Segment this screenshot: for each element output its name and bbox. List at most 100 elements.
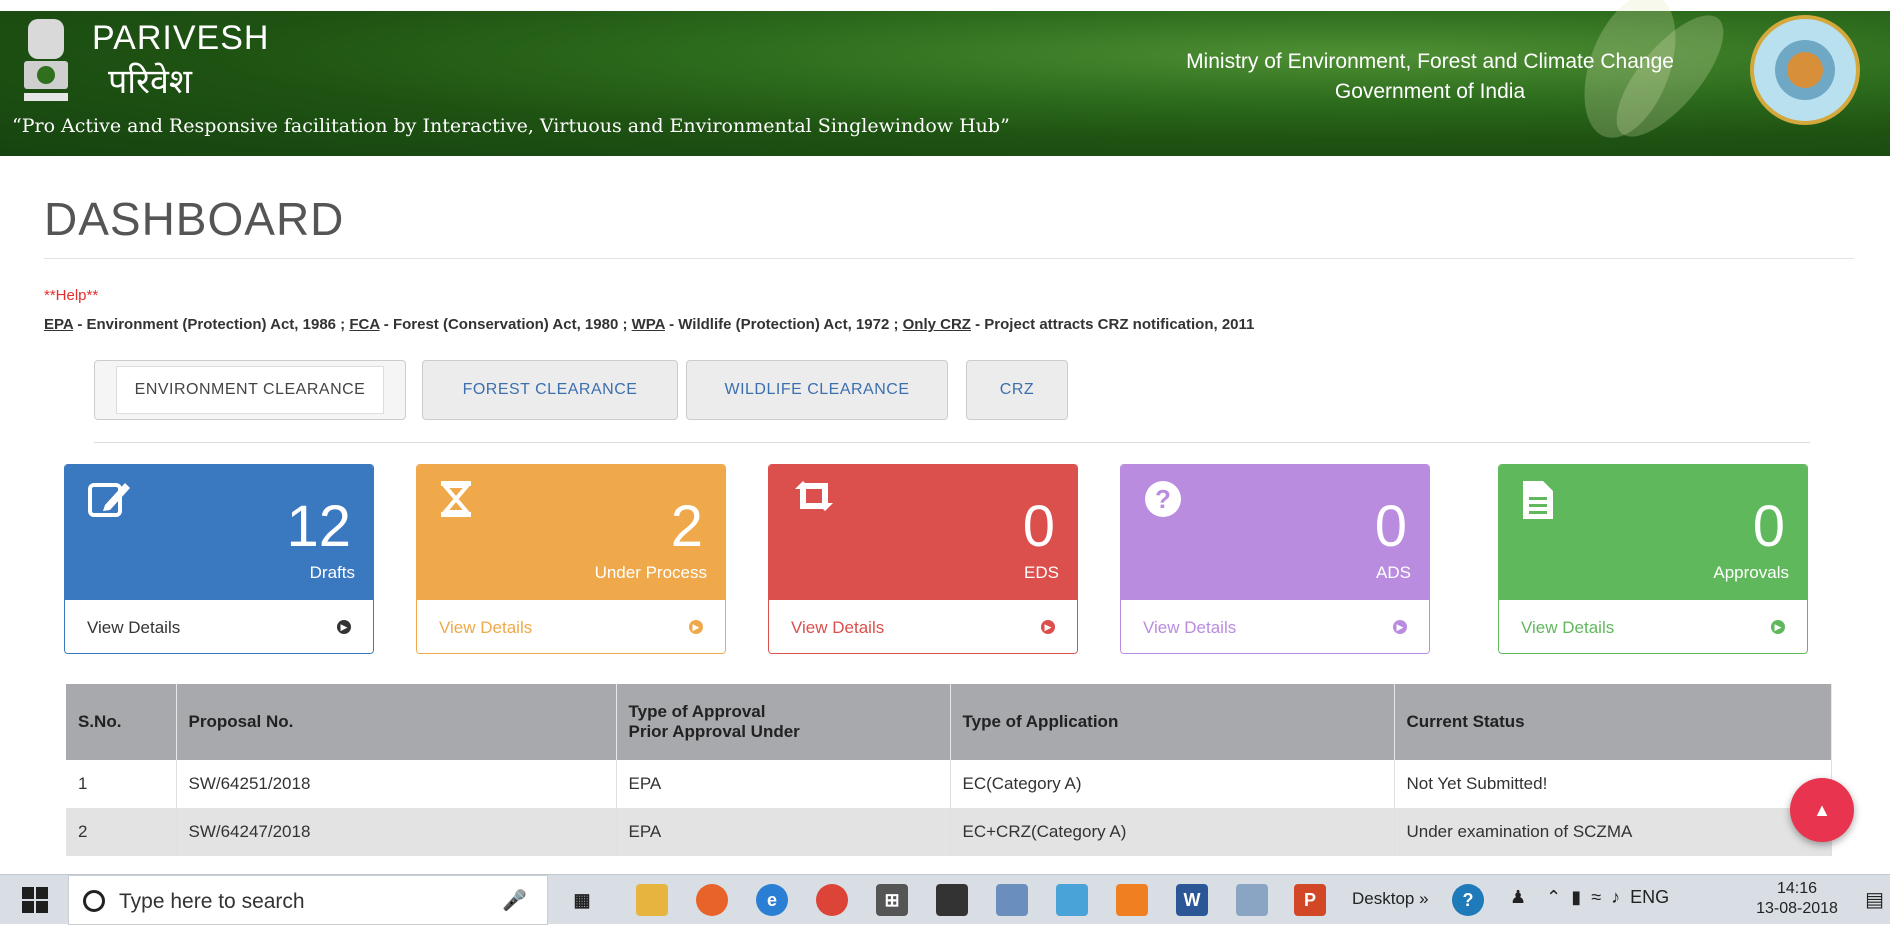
- table-header-row: S.No. Proposal No. Type of Approval Prio…: [66, 684, 1832, 760]
- card-count: 0: [1374, 494, 1407, 559]
- app-icon[interactable]: [996, 884, 1028, 916]
- microphone-icon[interactable]: 🎤: [502, 888, 527, 913]
- col-type-of-approval: Type of Approval Prior Approval Under: [616, 684, 951, 760]
- tab-wildlife-clearance[interactable]: WILDLIFE CLEARANCE: [686, 360, 948, 420]
- arrow-circle-right-icon: ▶: [1771, 620, 1785, 634]
- windows-start-button[interactable]: [22, 887, 48, 913]
- people-icon[interactable]: ♟: [1510, 887, 1526, 907]
- view-details-link[interactable]: View Details ▶: [769, 600, 1077, 653]
- view-details-link[interactable]: View Details ▶: [1499, 600, 1807, 653]
- document-icon: [1523, 481, 1553, 519]
- system-tray: ♟ ⌃ ▮ ≈ ♪ ENG: [1510, 887, 1669, 908]
- ministry-line-1: Ministry of Environment, Forest and Clim…: [1186, 50, 1674, 73]
- firefox-icon[interactable]: [696, 884, 728, 916]
- divider: [94, 442, 1810, 443]
- card-ads: ? 0 ADS View Details ▶: [1120, 464, 1430, 654]
- col-sno: S.No.: [66, 684, 177, 760]
- cell-approval: EPA: [616, 808, 951, 856]
- tab-environment-clearance[interactable]: ENVIRONMENT CLEARANCE: [94, 360, 406, 420]
- calculator-icon[interactable]: ⊞: [876, 884, 908, 916]
- cell-proposal: SW/64251/2018: [176, 760, 617, 808]
- card-label: Approvals: [1713, 563, 1789, 582]
- card-label: ADS: [1376, 563, 1411, 582]
- card-label: EDS: [1024, 563, 1059, 582]
- file-explorer-icon[interactable]: [636, 884, 668, 916]
- top-strip: [0, 0, 1890, 11]
- battery-icon[interactable]: ▮: [1571, 887, 1581, 907]
- tab-crz[interactable]: CRZ: [966, 360, 1068, 420]
- task-view-icon[interactable]: ▦: [566, 884, 598, 916]
- view-details-link[interactable]: View Details ▶: [1121, 600, 1429, 653]
- scroll-to-top-button[interactable]: ▲: [1790, 778, 1854, 842]
- brand-name-hi[interactable]: परिवेश: [108, 57, 192, 103]
- card-approvals: 0 Approvals View Details ▶: [1498, 464, 1808, 654]
- act-desc-wpa: - Wildlife (Protection) Act, 1972 ;: [664, 316, 903, 333]
- desktop-label: Desktop: [1352, 889, 1415, 908]
- card-drafts: 12 Drafts View Details ▶: [64, 464, 374, 654]
- taskbar-search-input[interactable]: Type here to search: [119, 890, 305, 914]
- volume-icon[interactable]: ♪: [1611, 887, 1620, 907]
- ministry-line-2: Government of India: [1334, 80, 1526, 103]
- word-icon[interactable]: W: [1176, 884, 1208, 916]
- proposals-table: S.No. Proposal No. Type of Approval Prio…: [66, 684, 1832, 856]
- arrow-circle-right-icon: ▶: [1041, 620, 1055, 634]
- act-desc-crz: - Project attracts CRZ notification, 201…: [970, 316, 1255, 333]
- chevron-right-icon[interactable]: »: [1419, 889, 1428, 908]
- internet-explorer-icon[interactable]: e: [756, 884, 788, 916]
- chevron-up-icon[interactable]: ⌃: [1546, 887, 1561, 907]
- view-details-label: View Details: [439, 618, 533, 637]
- national-emblem-icon: [24, 19, 68, 101]
- cell-status-link[interactable]: Not Yet Submitted!: [1394, 760, 1832, 808]
- brand-name-en[interactable]: PARIVESH: [92, 19, 269, 58]
- xampp-icon[interactable]: [1116, 884, 1148, 916]
- view-details-label: View Details: [87, 618, 181, 637]
- card-count: 0: [1752, 494, 1785, 559]
- view-details-link[interactable]: View Details ▶: [65, 600, 373, 653]
- arrow-up-icon: ▲: [1813, 800, 1831, 820]
- wifi-icon[interactable]: ≈: [1591, 887, 1601, 907]
- help-icon[interactable]: ?: [1452, 884, 1484, 916]
- tab-forest-clearance[interactable]: FOREST CLEARANCE: [422, 360, 678, 420]
- col-proposal: Proposal No.: [176, 684, 617, 760]
- acts-legend: EPA - Environment (Protection) Act, 1986…: [44, 316, 1254, 333]
- act-abbr-crz[interactable]: Only CRZ: [903, 316, 971, 333]
- tagline: “Pro Active and Responsive facilitation …: [12, 115, 1010, 137]
- notification-icon[interactable]: ▤: [1865, 887, 1884, 912]
- act-desc-fca: - Forest (Conservation) Act, 1980 ;: [379, 316, 632, 333]
- cell-sno: 1: [66, 760, 177, 808]
- card-count: 0: [1022, 494, 1055, 559]
- view-details-link[interactable]: View Details ▶: [417, 600, 725, 653]
- windows-taskbar: Type here to search 🎤 ▦ e ⊞ W P Desktop …: [0, 874, 1890, 925]
- taskbar-search-box[interactable]: Type here to search 🎤: [68, 875, 548, 925]
- col-type-of-application: Type of Application: [950, 684, 1395, 760]
- act-abbr-fca[interactable]: FCA: [349, 316, 379, 333]
- taskbar-clock[interactable]: 14:16 13-08-2018: [1752, 879, 1842, 919]
- sticky-notes-icon[interactable]: [936, 884, 968, 916]
- snipping-tool-icon[interactable]: [1056, 884, 1088, 916]
- ministry-logo-icon: [1750, 15, 1860, 125]
- col-type-of-approval-line2: Prior Approval Under: [628, 722, 800, 741]
- chrome-icon[interactable]: [816, 884, 848, 916]
- cell-proposal: SW/64247/2018: [176, 808, 617, 856]
- cortana-icon: [83, 890, 105, 912]
- act-abbr-wpa[interactable]: WPA: [632, 316, 665, 333]
- language-indicator[interactable]: ENG: [1630, 887, 1669, 907]
- powerpoint-icon[interactable]: P: [1294, 884, 1326, 916]
- svg-text:?: ?: [1155, 484, 1171, 514]
- view-details-label: View Details: [1143, 618, 1237, 637]
- card-count: 12: [286, 494, 351, 559]
- col-current-status: Current Status: [1394, 684, 1832, 760]
- view-details-label: View Details: [791, 618, 885, 637]
- arrow-circle-right-icon: ▶: [689, 620, 703, 634]
- ministry-name: Ministry of Environment, Forest and Clim…: [1100, 47, 1760, 107]
- network-app-icon[interactable]: [1236, 884, 1268, 916]
- cell-sno: 2: [66, 808, 177, 856]
- cell-application: EC(Category A): [950, 760, 1395, 808]
- clock-time: 14:16: [1776, 880, 1818, 897]
- desktop-toolbar[interactable]: Desktop »: [1352, 889, 1429, 909]
- table-row[interactable]: 1 SW/64251/2018 EPA EC(Category A) Not Y…: [66, 760, 1832, 808]
- act-abbr-epa[interactable]: EPA: [44, 316, 73, 333]
- table-row[interactable]: 2 SW/64247/2018 EPA EC+CRZ(Category A) U…: [66, 808, 1832, 856]
- card-under-process: 2 Under Process View Details ▶: [416, 464, 726, 654]
- card-label: Drafts: [309, 563, 355, 582]
